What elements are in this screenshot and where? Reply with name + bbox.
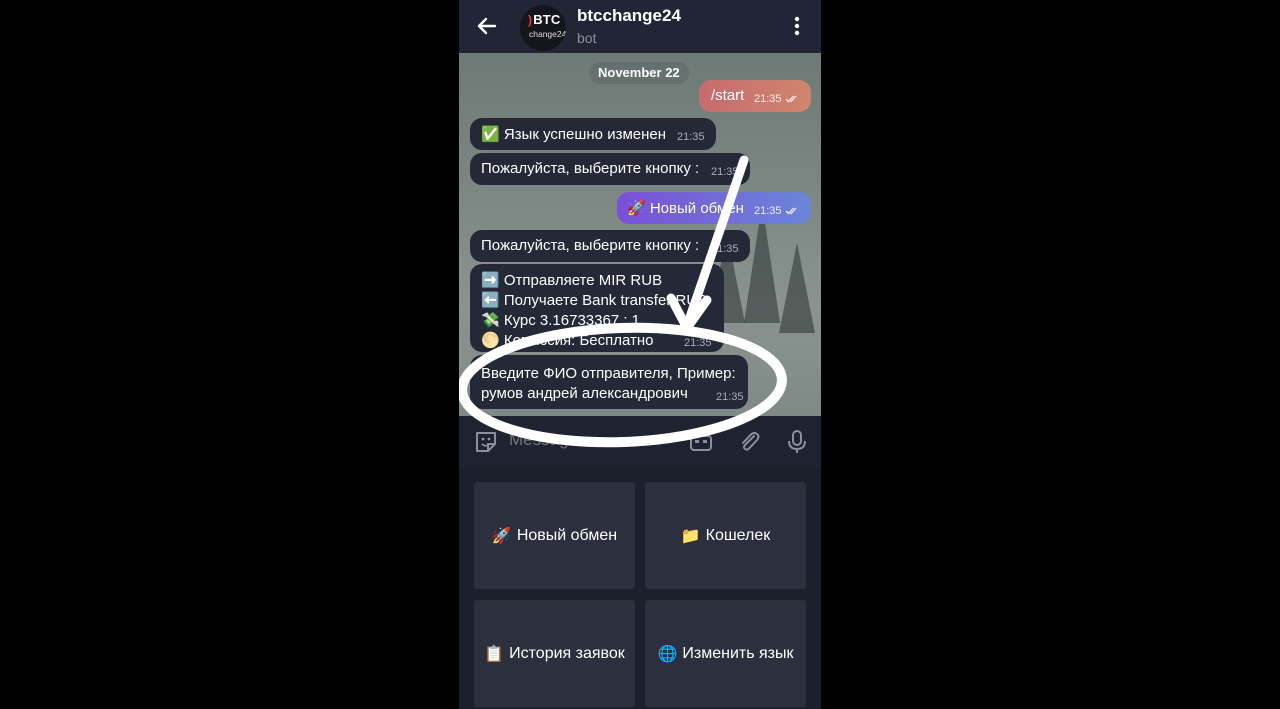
message-text: 🚀 Новый обмен [627, 200, 744, 217]
message-time: 21:35 [754, 205, 799, 217]
message-text: Пожалуйста, выберите кнопку : [481, 160, 700, 177]
message-input-bar [459, 416, 821, 468]
bot-keyboard: 🚀 Новый обмен 📁 Кошелек 📋 История заявок… [459, 468, 821, 709]
chat-area: November 22 /start 21:35 ✅ Язык успешно … [459, 53, 821, 416]
message-line: Введите ФИО отправителя, Пример: [481, 365, 736, 382]
bot-commands-icon[interactable] [687, 428, 715, 456]
more-vert-icon[interactable] [787, 14, 807, 38]
message-text: Пожалуйста, выберите кнопку : [481, 237, 700, 254]
phone-screen: )BTC change24 btcchange24 bot November 2… [459, 0, 821, 709]
attach-icon[interactable] [735, 428, 763, 456]
back-arrow-icon[interactable] [473, 12, 501, 40]
message-input[interactable] [509, 430, 659, 450]
sticker-icon[interactable] [472, 428, 500, 456]
chat-title[interactable]: btcchange24 [577, 6, 681, 26]
message-text: ✅ Язык успешно изменен [481, 126, 667, 143]
message-time: 21:35 [711, 243, 739, 255]
keyboard-button-new-exchange[interactable]: 🚀 Новый обмен [474, 482, 635, 589]
bot-avatar[interactable]: )BTC change24 [520, 5, 566, 51]
message-time: 21:35 [711, 166, 739, 178]
folder-icon: 📁 [680, 527, 701, 545]
keyboard-button-change-language[interactable]: 🌐 Изменить язык [645, 600, 806, 707]
message-time: 21:35 [716, 391, 744, 403]
clipboard-icon: 📋 [484, 645, 505, 663]
keyboard-button-label: История заявок [509, 644, 625, 662]
message-text: /start [711, 87, 745, 104]
globe-icon: 🌐 [657, 645, 678, 663]
keyboard-button-wallet[interactable]: 📁 Кошелек [645, 482, 806, 589]
double-check-icon [785, 207, 797, 215]
message-line: ➡️ Отправляете MIR RUB [481, 272, 663, 289]
message-line: 🌕 Комиссия: Бесплатно [481, 332, 654, 349]
message-time: 21:35 [677, 131, 705, 143]
microphone-icon[interactable] [783, 428, 811, 456]
incoming-message[interactable]: ✅ Язык успешно изменен 21:35 [470, 118, 716, 150]
incoming-message[interactable]: Введите ФИО отправителя, Пример: румов а… [470, 355, 748, 409]
rocket-icon: 🚀 [491, 527, 512, 545]
incoming-message[interactable]: Пожалуйста, выберите кнопку : 21:35 [470, 153, 750, 185]
outgoing-message[interactable]: 🚀 Новый обмен 21:35 [617, 192, 811, 224]
double-check-icon [785, 95, 797, 103]
keyboard-button-label: Кошелек [705, 526, 771, 544]
message-line: ⬅️ Получаете Bank transfer RUB [481, 292, 708, 309]
date-separator: November 22 [589, 62, 689, 84]
incoming-message[interactable]: Пожалуйста, выберите кнопку : 21:35 [470, 230, 750, 262]
keyboard-button-label: Изменить язык [682, 644, 794, 662]
avatar-logo-bottom: change24 [529, 29, 566, 39]
avatar-logo-top: )BTC [528, 12, 561, 27]
keyboard-button-order-history[interactable]: 📋 История заявок [474, 600, 635, 707]
chat-header: )BTC change24 btcchange24 bot [459, 0, 821, 53]
message-line: румов андрей александрович [481, 385, 688, 402]
chat-subtitle: bot [577, 30, 597, 46]
incoming-message[interactable]: ➡️ Отправляете MIR RUB ⬅️ Получаете Bank… [470, 264, 724, 352]
background-tree [779, 243, 815, 333]
message-time: 21:35 [684, 337, 712, 349]
outgoing-message[interactable]: /start 21:35 [699, 80, 811, 112]
message-line: 💸 Курс 3.16733367 : 1 [481, 312, 641, 329]
keyboard-button-label: Новый обмен [516, 526, 618, 544]
message-time: 21:35 [754, 93, 799, 105]
